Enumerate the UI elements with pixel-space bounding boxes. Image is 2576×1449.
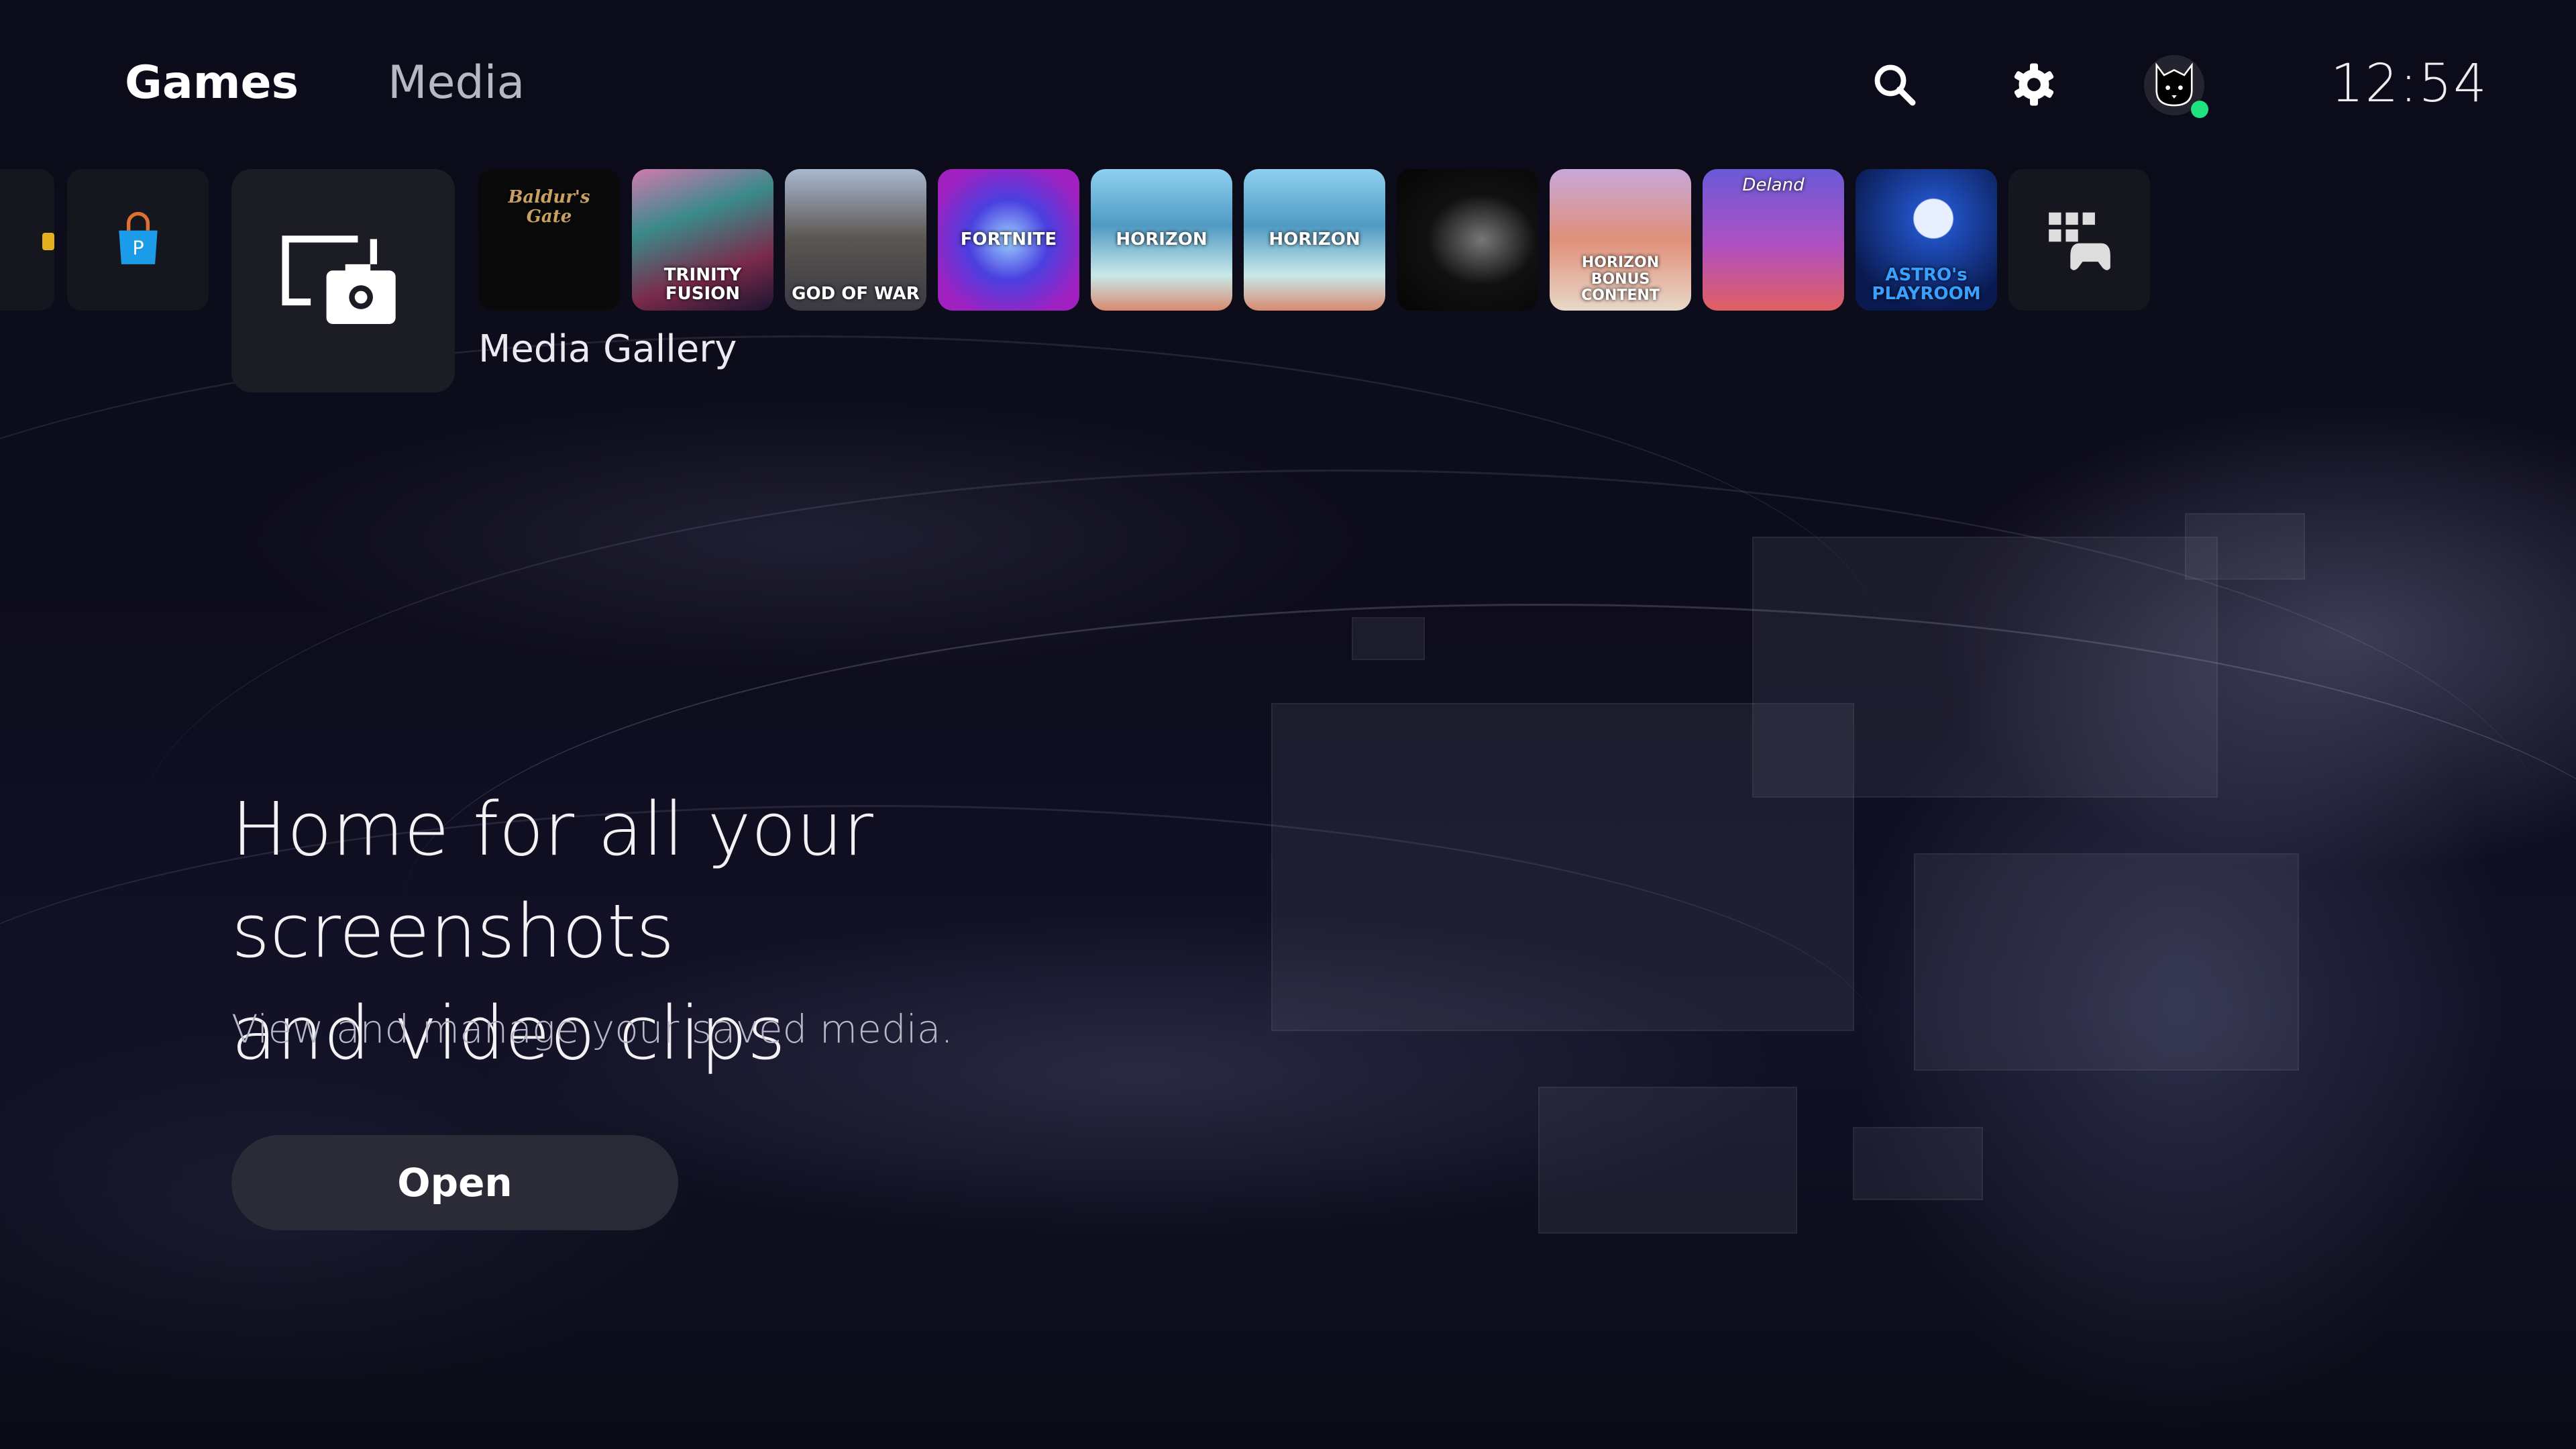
tile-baldurs-gate[interactable]: Baldur's Gate: [478, 169, 620, 311]
tile-fortnite[interactable]: FORTNITE: [938, 169, 1079, 311]
open-button[interactable]: Open: [231, 1135, 678, 1230]
tile-god-of-war[interactable]: GOD OF WAR: [785, 169, 926, 311]
media-gallery-icon: [282, 235, 396, 324]
tile-horizon-bonus[interactable]: HORIZON BONUS CONTENT: [1550, 169, 1691, 311]
game-library-icon: [2048, 212, 2110, 270]
svg-text:P: P: [132, 236, 144, 259]
tile-skyrim[interactable]: [1397, 169, 1538, 311]
tile-media-gallery[interactable]: [231, 169, 455, 392]
hero-subtitle: View and manage your saved media.: [231, 1006, 953, 1052]
clock: 12:54: [2330, 54, 2488, 114]
tile-horizon-2[interactable]: HORIZON: [1244, 169, 1385, 311]
tile-trinity-fusion[interactable]: TRINITY FUSION: [632, 169, 773, 311]
tab-games[interactable]: Games: [125, 56, 299, 109]
tile-playstation-store[interactable]: P: [67, 169, 209, 311]
tile-horizon-1[interactable]: HORIZON: [1091, 169, 1232, 311]
tile-game-library[interactable]: [2008, 169, 2150, 311]
tile-partial[interactable]: [0, 169, 54, 311]
tile-astros-playroom[interactable]: ASTRO's PLAYROOM: [1856, 169, 1997, 311]
selected-tile-label: Media Gallery: [478, 327, 737, 371]
ps-store-bag-icon: P: [118, 211, 158, 264]
avatar[interactable]: [2144, 55, 2208, 118]
search-icon[interactable]: [1870, 60, 1919, 109]
online-status-dot: [2191, 101, 2208, 118]
gear-icon[interactable]: [2010, 60, 2058, 109]
tab-media[interactable]: Media: [388, 56, 525, 109]
tile-deland[interactable]: Deland: [1703, 169, 1844, 311]
